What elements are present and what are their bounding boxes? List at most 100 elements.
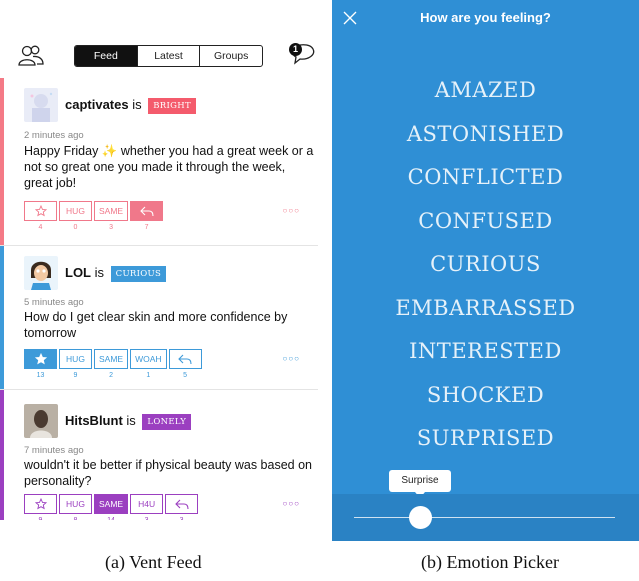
emotion-option[interactable]: SURPRISED	[332, 426, 639, 470]
mood-tag[interactable]: BRIGHT	[148, 98, 196, 114]
timestamp: 7 minutes ago	[24, 445, 84, 456]
username[interactable]: HitsBlunt	[65, 413, 123, 428]
hug-button[interactable]: HUG 8	[59, 494, 92, 520]
reaction-count: 9	[73, 372, 78, 379]
reaction-label: HUG	[66, 499, 85, 509]
mood-stripe	[0, 78, 4, 245]
reply-button[interactable]: 5	[168, 349, 202, 379]
reaction-bar: 4 HUG 0 SAME 3 7	[24, 201, 164, 231]
emotion-option[interactable]: INTERESTED	[332, 339, 639, 383]
tab-feed[interactable]: Feed	[75, 46, 137, 66]
emotion-picker-panel: How are you feeling? AMAZED ASTONISHED C…	[332, 0, 639, 541]
slider-tooltip: Surprise	[389, 470, 451, 498]
emotion-slider[interactable]	[332, 494, 639, 541]
reply-icon	[139, 206, 154, 217]
reaction-label: WOAH	[135, 354, 162, 364]
star-outline-icon	[34, 498, 47, 510]
more-options-icon[interactable]: ○○○	[283, 354, 301, 363]
notification-badge: 1	[289, 43, 302, 56]
reaction-count: 13	[36, 372, 45, 379]
reaction-count: 7	[144, 224, 149, 231]
reply-button[interactable]: 3	[165, 494, 199, 520]
username[interactable]: LOL	[65, 265, 91, 280]
timestamp: 5 minutes ago	[24, 297, 84, 308]
star-outline-button[interactable]: 9	[24, 494, 57, 520]
feed-tab-switcher: Feed Latest Groups	[74, 45, 263, 67]
avatar[interactable]	[24, 404, 58, 438]
caption-emotion-picker: (b) Emotion Picker	[421, 552, 559, 572]
emotion-list: AMAZED ASTONISHED CONFLICTED CONFUSED CU…	[332, 78, 639, 470]
feed-post: captivates is BRIGHT 2 minutes ago Happy…	[0, 78, 318, 246]
reaction-bar: 9 HUG 8 SAME 14 H4U 3 3	[24, 494, 199, 520]
tab-latest[interactable]: Latest	[136, 46, 200, 66]
emotion-option[interactable]: CONFUSED	[332, 209, 639, 253]
reaction-label: SAME	[99, 499, 124, 509]
reply-icon	[174, 499, 189, 510]
reply-button[interactable]: 7	[130, 201, 164, 231]
star-outline-button[interactable]: 4	[24, 201, 57, 231]
avatar[interactable]	[24, 256, 58, 290]
post-text: wouldn't it be better if physical beauty…	[24, 458, 312, 488]
reaction-count: 1	[146, 372, 151, 379]
feed-post: LOL is CURIOUS 5 minutes ago How do I ge…	[0, 246, 318, 390]
star-filled-button[interactable]: 13	[24, 349, 57, 379]
more-options-icon[interactable]: ○○○	[283, 499, 301, 508]
reaction-label: H4U	[138, 499, 156, 509]
emotion-option[interactable]: EMBARRASSED	[332, 296, 639, 340]
hug-button[interactable]: HUG 0	[59, 201, 92, 231]
mood-stripe	[0, 246, 4, 389]
timestamp: 2 minutes ago	[24, 130, 84, 141]
emotion-option[interactable]: CURIOUS	[332, 252, 639, 296]
reaction-label: SAME	[99, 354, 124, 364]
caption-vent-feed: (a) Vent Feed	[105, 552, 202, 572]
mood-connector: is	[94, 265, 105, 280]
reaction-bar: 13 HUG 9 SAME 2 WOAH 1 5	[24, 349, 202, 379]
star-filled-icon	[34, 353, 47, 365]
reaction-count: 3	[145, 517, 149, 520]
reaction-label: SAME	[99, 206, 124, 216]
feed-top-bar: Feed Latest Groups 1	[0, 40, 318, 72]
same-button[interactable]: SAME 3	[94, 201, 129, 231]
post-header: captivates is BRIGHT	[65, 97, 196, 114]
avatar[interactable]	[24, 88, 58, 122]
username[interactable]: captivates	[65, 97, 129, 112]
post-text: How do I get clear skin and more confide…	[24, 310, 288, 340]
mood-connector: is	[126, 413, 136, 428]
emotion-option[interactable]: SHOCKED	[332, 383, 639, 427]
tab-groups[interactable]: Groups	[199, 46, 262, 66]
post-header: HitsBlunt is LONELY	[65, 413, 192, 430]
slider-track[interactable]	[354, 517, 615, 518]
h4u-button[interactable]: H4U 3	[130, 494, 164, 520]
reaction-count: 5	[183, 372, 187, 379]
emotion-option[interactable]: CONFLICTED	[332, 165, 639, 209]
reaction-count: 4	[38, 224, 43, 231]
reply-icon	[178, 354, 192, 365]
vent-feed-panel: Feed Latest Groups 1 captivates is BRIGH…	[0, 0, 318, 520]
woah-button[interactable]: WOAH 1	[130, 349, 167, 379]
mood-stripe	[0, 390, 4, 520]
reaction-count: 3	[180, 517, 184, 520]
hug-button[interactable]: HUG 9	[59, 349, 92, 379]
emotion-option[interactable]: AMAZED	[332, 78, 639, 122]
reaction-count: 8	[74, 517, 78, 520]
more-options-icon[interactable]: ○○○	[283, 206, 301, 215]
post-text: Happy Friday ✨ whether you had a great w…	[24, 144, 314, 190]
reaction-label: HUG	[66, 206, 85, 216]
reaction-count: 14	[107, 517, 115, 520]
same-button[interactable]: SAME 14	[94, 494, 129, 520]
slider-thumb[interactable]	[409, 506, 432, 529]
people-icon[interactable]	[18, 44, 44, 66]
reaction-label: HUG	[66, 354, 85, 364]
reaction-count: 3	[109, 224, 113, 231]
feed-post: HitsBlunt is LONELY 7 minutes ago wouldn…	[0, 390, 318, 520]
mood-tag[interactable]: LONELY	[142, 414, 192, 430]
same-button[interactable]: SAME 2	[94, 349, 129, 379]
mood-tag[interactable]: CURIOUS	[110, 266, 167, 282]
reaction-count: 9	[39, 517, 43, 520]
mood-connector: is	[132, 97, 142, 112]
picker-title: How are you feeling?	[420, 10, 551, 25]
emotion-option[interactable]: ASTONISHED	[332, 122, 639, 166]
reaction-count: 2	[109, 372, 113, 379]
star-outline-icon	[34, 205, 47, 217]
reaction-count: 0	[73, 224, 78, 231]
